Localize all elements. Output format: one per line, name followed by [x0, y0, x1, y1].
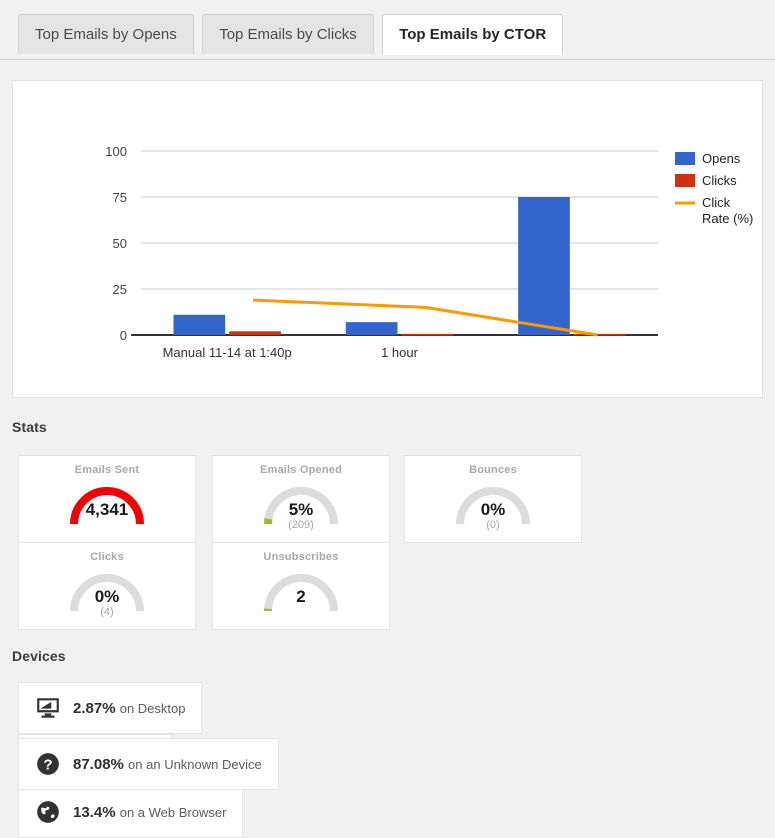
gauge: 4,341: [19, 478, 195, 534]
stat-card-clicks[interactable]: Clicks 0% (4): [18, 542, 196, 630]
stat-card-emails-opened[interactable]: Emails Opened 5% (209): [212, 455, 390, 543]
svg-text:25: 25: [113, 282, 127, 297]
device-card-desktop[interactable]: 2.87% on Desktop: [18, 682, 203, 734]
svg-text:?: ?: [43, 756, 52, 773]
svg-text:Rate (%): Rate (%): [702, 211, 753, 226]
stat-subvalue: (209): [288, 519, 314, 531]
svg-text:0: 0: [120, 328, 127, 343]
stat-value: 4,341: [85, 500, 129, 519]
stat-card-emails-sent[interactable]: Emails Sent 4,341: [18, 455, 196, 543]
gauge: 0% (4): [19, 565, 195, 621]
stat-label: Unsubscribes: [263, 551, 339, 563]
stat-value: 5%: [288, 500, 314, 519]
stat-card-bounces[interactable]: Bounces 0% (0): [404, 455, 582, 543]
desktop-icon: [35, 695, 61, 721]
gauge: 5% (209): [213, 478, 389, 534]
svg-text:75: 75: [113, 190, 127, 205]
device-suffix: on Desktop: [119, 700, 186, 716]
device-suffix: on a Web Browser: [119, 804, 227, 820]
tab-bar: Top Emails by Opens Top Emails by Clicks…: [0, 0, 775, 60]
device-text: 13.4% on a Web Browser: [73, 804, 226, 821]
svg-text:Click: Click: [702, 195, 731, 210]
stat-label: Emails Opened: [259, 464, 343, 476]
stat-value: 0%: [94, 587, 120, 606]
device-percent: 2.87%: [73, 699, 116, 717]
device-percent: 13.4%: [73, 803, 116, 821]
stat-label: Emails Sent: [74, 464, 140, 476]
svg-text:Clicks: Clicks: [702, 173, 737, 188]
stat-value: 2: [296, 587, 306, 606]
svg-text:Opens: Opens: [702, 151, 741, 166]
stat-value: 0%: [480, 500, 506, 519]
svg-text:100: 100: [105, 144, 127, 159]
globe-icon: [35, 799, 61, 825]
tab-top-emails-by-clicks[interactable]: Top Emails by Clicks: [202, 14, 374, 54]
device-text: 2.87% on Desktop: [73, 700, 185, 717]
tab-top-emails-by-opens[interactable]: Top Emails by Opens: [18, 14, 194, 54]
ctor-bar-line-chart: 0 25 50 75 100 Manual 11-14 at 1:40p 1 hour Ope…: [105, 144, 753, 360]
stats-section-title: Stats: [12, 419, 47, 435]
devices-row-2: ? 87.08% on an Unknown Device: [18, 738, 293, 790]
stat-subvalue: (0): [486, 519, 500, 531]
device-text: 87.08% on an Unknown Device: [73, 756, 262, 773]
devices-section-title: Devices: [12, 648, 66, 664]
question-icon: ?: [35, 751, 61, 777]
svg-text:50: 50: [113, 236, 127, 251]
gauge: 2: [213, 565, 389, 621]
svg-text:Manual 11-14 at 1:40p: Manual 11-14 at 1:40p: [163, 345, 292, 360]
device-suffix: on an Unknown Device: [128, 756, 262, 772]
tab-top-emails-by-ctor[interactable]: Top Emails by CTOR: [382, 14, 564, 55]
device-card-web-browser[interactable]: 13.4% on a Web Browser: [18, 786, 244, 838]
svg-text:1 hour: 1 hour: [381, 345, 419, 360]
stat-subvalue: (4): [100, 606, 114, 618]
device-percent: 87.08%: [73, 755, 124, 773]
gauge: 0% (0): [405, 478, 581, 534]
stat-label: Clicks: [90, 551, 124, 563]
chart-panel: 0 25 50 75 100 Manual 11-14 at 1:40p 1 hour Ope…: [12, 80, 763, 398]
stat-card-unsubscribes[interactable]: Unsubscribes 2: [212, 542, 390, 630]
stat-label: Bounces: [469, 464, 517, 476]
device-card-unknown[interactable]: ? 87.08% on an Unknown Device: [18, 738, 279, 790]
